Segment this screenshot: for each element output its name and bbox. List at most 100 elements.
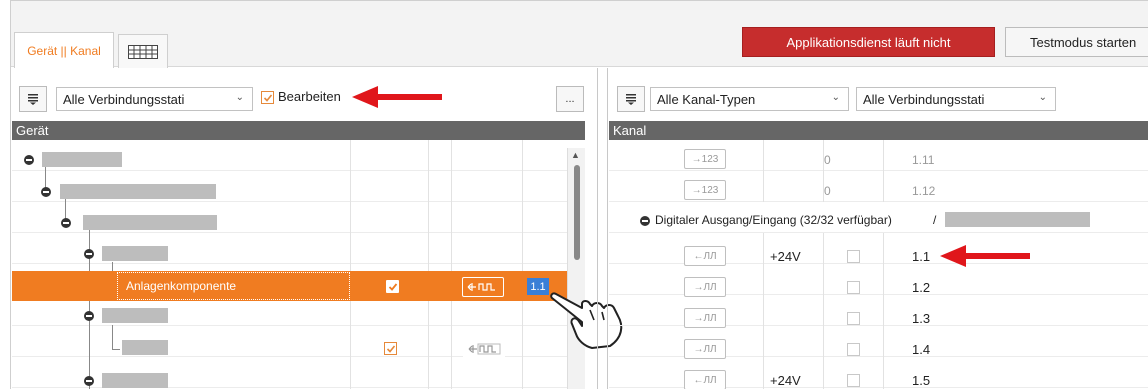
digital-icon-label: →ЛЛ [693, 312, 717, 324]
column-divider [823, 233, 824, 389]
collapse-icon[interactable] [84, 376, 94, 386]
more-options-label: ... [565, 93, 575, 105]
channel-id: 1.3 [912, 311, 931, 326]
device-name-placeholder [42, 152, 122, 167]
channel-id: 1.12 [912, 184, 936, 198]
chevron-down-icon: ⌄ [235, 92, 244, 103]
left-menu-button[interactable] [19, 86, 47, 112]
group-name-placeholder [945, 212, 1090, 227]
row-checkbox[interactable] [384, 342, 397, 355]
channel-group-separator: / [933, 213, 937, 227]
collapse-icon[interactable] [41, 187, 51, 197]
tab-grid[interactable] [118, 34, 168, 68]
tab-device-channel-label: Gerät || Kanal [27, 43, 101, 58]
digital-icon-label: ←ЛЛ [693, 250, 717, 262]
app-service-status-label: Applikationsdienst läuft nicht [786, 34, 951, 50]
edit-checkbox-label: Bearbeiten [278, 89, 341, 104]
numeric-output-icon: →123 [684, 180, 726, 200]
digital-icon-label: →ЛЛ [693, 281, 717, 293]
selected-channel-value: 1.1 [530, 280, 546, 293]
column-divider [883, 233, 884, 389]
collapse-icon[interactable] [640, 216, 650, 226]
more-options-button[interactable]: ... [556, 86, 584, 112]
digital-output-icon: →ЛЛ [684, 277, 726, 297]
selected-row-checkbox[interactable] [386, 280, 399, 293]
column-divider [522, 140, 523, 389]
channel-id: 1.11 [912, 153, 935, 167]
channel-count: 0 [824, 153, 831, 167]
panel-divider[interactable] [597, 68, 598, 389]
numeric-output-icon: →123 [684, 149, 726, 169]
column-divider [350, 140, 351, 389]
device-name-placeholder [83, 215, 217, 230]
device-name-placeholder [102, 373, 168, 388]
collapse-icon[interactable] [24, 155, 34, 165]
checkmark-icon [263, 93, 272, 102]
right-status-filter-select[interactable]: Alle Verbindungsstati ⌄ [856, 87, 1056, 111]
list-menu-icon [28, 94, 38, 105]
device-name-placeholder [102, 246, 168, 261]
tree-connector [112, 325, 113, 349]
selected-row-label: Anlagenkomponente [126, 279, 237, 293]
grid-icon [128, 44, 158, 59]
column-divider [763, 140, 764, 202]
left-arrow-icon [940, 245, 1030, 267]
channel-checkbox[interactable] [847, 374, 860, 387]
scroll-up-icon[interactable]: ▲ [571, 150, 580, 160]
start-test-mode-label: Testmodus starten [1030, 34, 1137, 50]
channel-checkbox[interactable] [847, 312, 860, 325]
tab-device-channel[interactable]: Gerät || Kanal [14, 32, 114, 68]
channel-checkbox[interactable] [847, 343, 860, 356]
channel-checkbox[interactable] [847, 281, 860, 294]
chevron-down-icon: ⌄ [831, 92, 840, 103]
device-name-placeholder [102, 308, 168, 323]
digital-icon-label: →ЛЛ [693, 343, 717, 355]
channel-count: 0 [824, 184, 831, 198]
digital-input-icon [462, 277, 504, 297]
channel-id: 1.1 [912, 249, 931, 264]
digital-input-icon: ←ЛЛ [684, 370, 726, 389]
left-scrollbar-thumb[interactable] [574, 165, 580, 260]
start-test-mode-button[interactable]: Testmodus starten [1005, 27, 1148, 57]
channel-type-filter-select[interactable]: Alle Kanal-Typen ⌄ [650, 87, 849, 111]
left-status-filter-select[interactable]: Alle Verbindungsstati ⌄ [56, 87, 253, 111]
list-menu-icon [626, 94, 636, 105]
device-name-placeholder [122, 340, 168, 355]
tree-row[interactable] [12, 357, 567, 388]
right-menu-button[interactable] [617, 86, 645, 112]
collapse-icon[interactable] [84, 311, 94, 321]
channel-column-header: Kanal [609, 121, 1148, 140]
numeric-output-icon-label: →123 [691, 153, 719, 165]
device-column-header-label: Gerät [16, 123, 49, 138]
checkmark-icon [386, 344, 395, 353]
channel-voltage: +24V [770, 249, 801, 264]
column-divider [763, 233, 764, 389]
panel-divider [607, 68, 608, 389]
left-status-filter-value: Alle Verbindungsstati [63, 91, 185, 107]
digital-input-icon: ←ЛЛ [684, 246, 726, 266]
edit-checkbox[interactable] [261, 91, 274, 104]
column-divider [451, 140, 452, 389]
device-column-header: Gerät [12, 121, 585, 140]
tree-row[interactable] [12, 233, 567, 264]
channel-group-label: Digitaler Ausgang/Eingang (32/32 verfügb… [655, 213, 892, 227]
numeric-output-icon-label: →123 [691, 184, 719, 196]
app-service-status-button[interactable]: Applikationsdienst läuft nicht [742, 27, 995, 57]
channel-id: 1.4 [912, 342, 931, 357]
digital-output-icon: →ЛЛ [684, 308, 726, 328]
column-divider [428, 140, 429, 389]
column-divider [883, 140, 884, 202]
collapse-icon[interactable] [84, 249, 94, 259]
chevron-down-icon: ⌄ [1038, 92, 1047, 103]
channel-type-filter-value: Alle Kanal-Typen [657, 91, 756, 107]
collapse-icon[interactable] [61, 218, 71, 228]
channel-checkbox[interactable] [847, 250, 860, 263]
device-name-placeholder [60, 184, 216, 199]
selected-channel-badge[interactable]: 1.1 [527, 278, 549, 295]
digital-input-icon [463, 339, 505, 359]
digital-icon-label: ←ЛЛ [693, 374, 717, 386]
tree-connector [112, 349, 120, 350]
right-status-filter-value: Alle Verbindungsstati [863, 91, 985, 107]
digital-output-icon: →ЛЛ [684, 339, 726, 359]
channel-column-header-label: Kanal [613, 123, 647, 138]
